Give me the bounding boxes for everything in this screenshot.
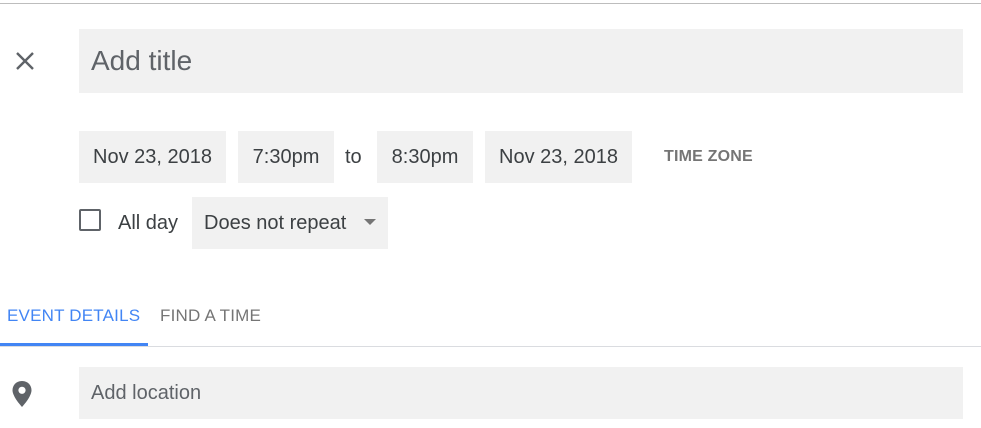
tab-event-details[interactable]: EVENT DETAILS bbox=[7, 296, 140, 336]
event-editor: Nov 23, 2018 7:30pm to 8:30pm Nov 23, 20… bbox=[0, 0, 981, 428]
repeat-selected-value: Does not repeat bbox=[204, 211, 347, 234]
title-input[interactable] bbox=[79, 29, 963, 93]
all-day-checkbox[interactable] bbox=[79, 209, 101, 231]
repeat-dropdown[interactable]: Does not repeat bbox=[192, 197, 388, 249]
end-time-button[interactable]: 8:30pm bbox=[377, 131, 473, 183]
time-zone-button[interactable]: TIME ZONE bbox=[664, 131, 753, 183]
top-divider bbox=[0, 3, 981, 4]
close-button[interactable] bbox=[8, 44, 42, 78]
end-date-button[interactable]: Nov 23, 2018 bbox=[485, 131, 632, 183]
start-date-button[interactable]: Nov 23, 2018 bbox=[79, 131, 226, 183]
tab-find-a-time[interactable]: FIND A TIME bbox=[160, 296, 261, 336]
close-icon bbox=[16, 52, 34, 70]
caret-down-icon bbox=[364, 219, 376, 225]
location-pin-icon bbox=[12, 381, 32, 407]
location-input[interactable] bbox=[79, 367, 963, 419]
start-time-button[interactable]: 7:30pm bbox=[238, 131, 334, 183]
tabs-divider bbox=[0, 346, 981, 347]
all-day-label: All day bbox=[118, 211, 179, 234]
time-range-separator: to bbox=[345, 145, 362, 168]
